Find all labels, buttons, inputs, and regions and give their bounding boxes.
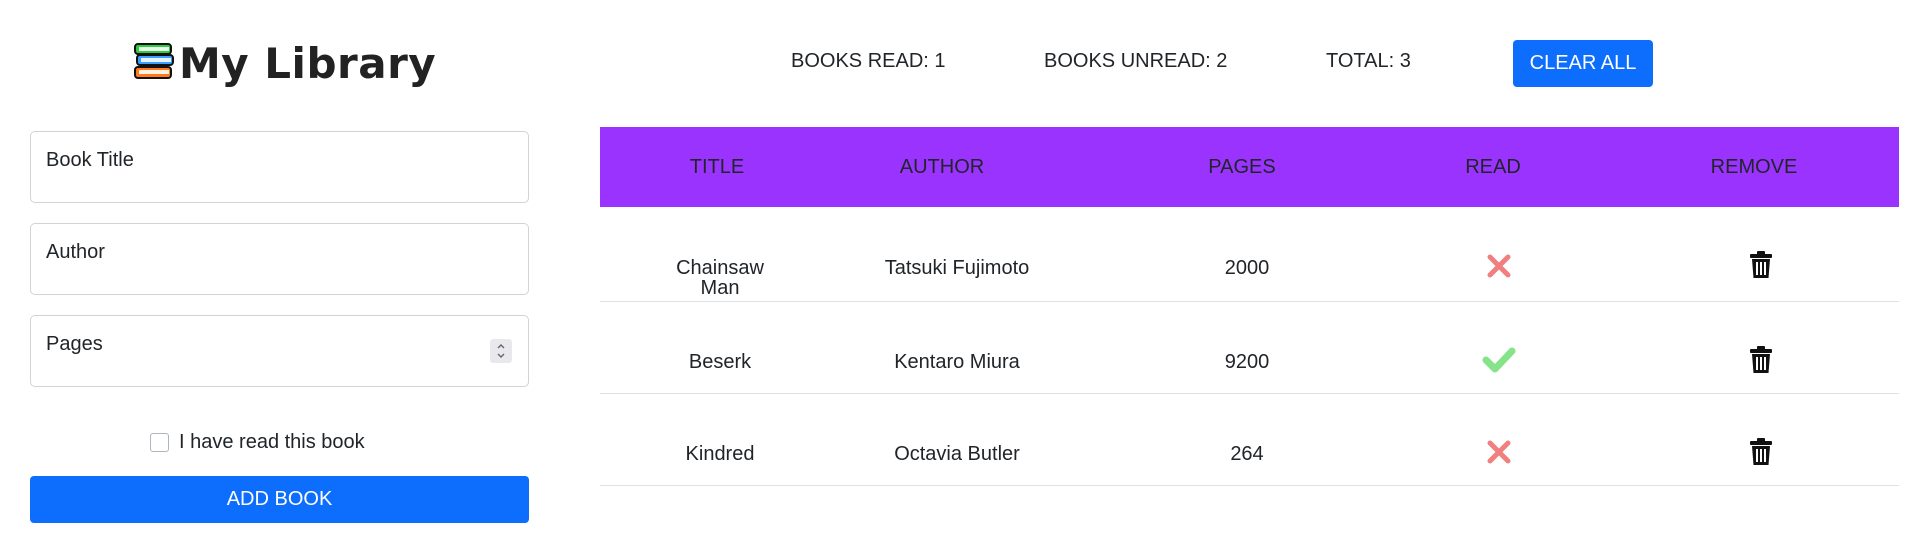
table-row: Beserk Kentaro Miura 9200 [600,302,1899,394]
table-row: Kindred Octavia Butler 264 [600,394,1899,486]
table-row: Chainsaw Man Tatsuki Fujimoto 2000 [600,207,1899,302]
column-header-read: READ [1465,156,1521,178]
column-header-author: AUTHOR [899,156,985,178]
column-header-pages: PAGES [1208,156,1276,178]
author-field [30,223,529,295]
book-title-cell: Chainsaw Man [676,257,764,299]
book-author-cell: Kentaro Miura [894,351,1020,373]
clear-all-button[interactable]: CLEAR ALL [1513,40,1653,87]
read-checkbox-label: I have read this book [179,431,365,453]
pages-input[interactable] [31,316,528,386]
book-author-cell: Tatsuki Fujimoto [884,257,1030,279]
add-book-button[interactable]: ADD BOOK [30,476,529,523]
trash-icon[interactable] [1749,251,1773,284]
author-input[interactable] [31,224,528,294]
books-icon [133,40,175,87]
trash-icon[interactable] [1749,438,1773,471]
book-title-cell: Kindred [685,443,755,465]
trash-icon[interactable] [1749,346,1773,379]
book-pages-cell: 264 [1230,443,1264,465]
pages-stepper[interactable] [490,339,512,363]
read-check-icon[interactable] [1482,346,1516,379]
book-pages-cell: 9200 [1224,351,1270,373]
read-checkbox-row: I have read this book [150,431,365,454]
book-title-input[interactable] [31,132,528,202]
books-total-count: TOTAL: 3 [1326,50,1411,72]
books-table: TITLE AUTHOR PAGES READ REMOVE Chainsaw … [600,127,1899,486]
books-read-count: BOOKS READ: 1 [791,50,946,72]
column-header-remove: REMOVE [1710,156,1798,178]
app-title: My Library [179,38,437,88]
table-header: TITLE AUTHOR PAGES READ REMOVE [600,127,1899,207]
book-title-field [30,131,529,203]
not-read-x-icon[interactable] [1486,253,1512,284]
book-author-cell: Octavia Butler [894,443,1020,465]
read-checkbox[interactable] [150,433,169,452]
books-unread-count: BOOKS UNREAD: 2 [1044,50,1228,72]
stepper-arrows-icon [497,344,505,358]
book-pages-cell: 2000 [1224,257,1270,279]
column-header-title: TITLE [689,156,745,178]
app-logo: My Library [133,38,436,88]
pages-field [30,315,529,387]
not-read-x-icon[interactable] [1486,439,1512,470]
book-title-cell: Beserk [688,351,752,373]
